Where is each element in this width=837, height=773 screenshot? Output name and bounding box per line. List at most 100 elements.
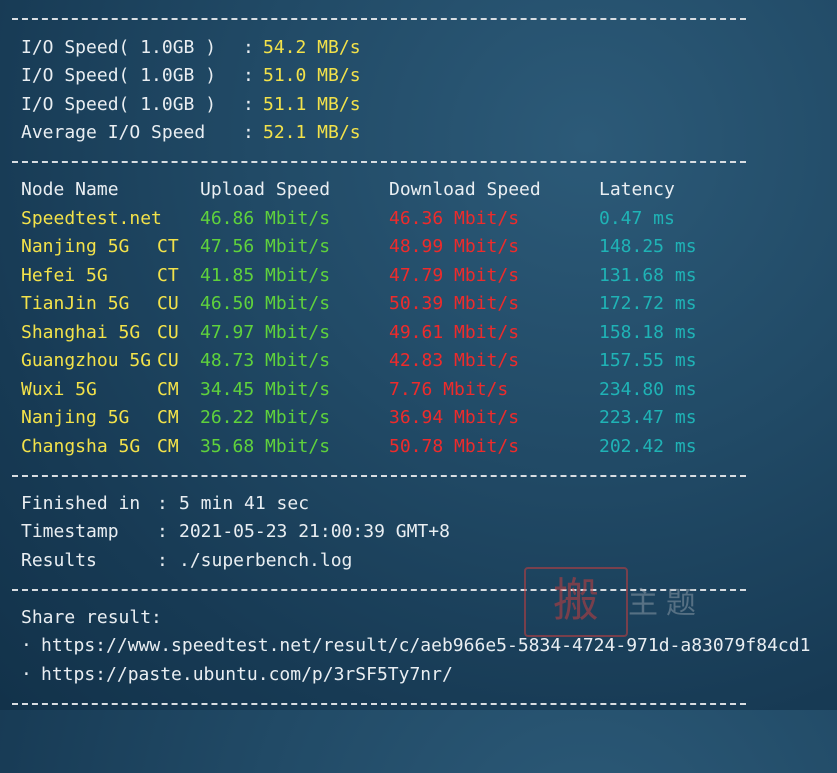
io-row-average: Average I/O Speed : 52.1 MB/s bbox=[21, 119, 361, 147]
io-value: 52.1 MB/s bbox=[263, 122, 361, 143]
share-link-speedtest[interactable]: https://www.speedtest.net/result/c/aeb96… bbox=[41, 632, 810, 660]
header-upload-speed: Upload Speed bbox=[200, 179, 331, 200]
upload-speed: 35.68 Mbit/s bbox=[200, 436, 331, 457]
summary-value: 5 min 41 sec bbox=[179, 493, 310, 514]
summary-row-results: Results : ./superbench.log bbox=[21, 547, 352, 575]
download-speed: 47.79 Mbit/s bbox=[389, 265, 520, 286]
speed-row: Shanghai 5G CU 47.97 Mbit/s 49.61 Mbit/s… bbox=[21, 319, 697, 347]
download-speed: 48.99 Mbit/s bbox=[389, 236, 520, 257]
share-title: Share result: bbox=[21, 604, 162, 632]
node-isp: CM bbox=[157, 436, 179, 457]
node-isp: CT bbox=[157, 236, 179, 257]
io-label: Average I/O Speed bbox=[21, 122, 206, 143]
bullet: · bbox=[21, 664, 32, 685]
summary-row-finished: Finished in : 5 min 41 sec bbox=[21, 490, 309, 518]
node-name: Guangzhou 5G bbox=[21, 350, 152, 371]
speed-row: TianJin 5G CU 46.50 Mbit/s 50.39 Mbit/s … bbox=[21, 290, 697, 318]
summary-label: Timestamp bbox=[21, 521, 119, 542]
node-isp: CM bbox=[157, 407, 179, 428]
io-sep: : bbox=[243, 37, 254, 58]
speed-row: Nanjing 5G CT 47.56 Mbit/s 48.99 Mbit/s … bbox=[21, 233, 697, 261]
upload-speed: 34.45 Mbit/s bbox=[200, 379, 331, 400]
download-speed: 49.61 Mbit/s bbox=[389, 322, 520, 343]
io-sep: : bbox=[243, 65, 254, 86]
latency: 172.72 ms bbox=[599, 293, 697, 314]
latency: 157.55 ms bbox=[599, 350, 697, 371]
bullet: · bbox=[21, 635, 32, 656]
node-isp: CU bbox=[157, 322, 179, 343]
download-speed: 42.83 Mbit/s bbox=[389, 350, 520, 371]
watermark-seal: 搬 bbox=[524, 567, 628, 637]
terminal-window: I/O Speed( 1.0GB ) : 54.2 MB/s I/O Speed… bbox=[0, 0, 837, 710]
node-name: Speedtest.net bbox=[21, 208, 162, 229]
node-isp: CM bbox=[157, 379, 179, 400]
summary-label: Results bbox=[21, 550, 97, 571]
node-name: Wuxi 5G bbox=[21, 379, 97, 400]
speed-table-header: Node Name Upload Speed Download Speed La… bbox=[21, 176, 675, 204]
io-row: I/O Speed( 1.0GB ) : 51.0 MB/s bbox=[21, 62, 361, 90]
summary-label: Finished in bbox=[21, 493, 141, 514]
header-node-name: Node Name bbox=[21, 179, 119, 200]
io-row: I/O Speed( 1.0GB ) : 51.1 MB/s bbox=[21, 91, 361, 119]
download-speed: 50.39 Mbit/s bbox=[389, 293, 520, 314]
download-speed: 36.94 Mbit/s bbox=[389, 407, 520, 428]
latency: 148.25 ms bbox=[599, 236, 697, 257]
latency: 158.18 ms bbox=[599, 322, 697, 343]
io-label: I/O Speed( 1.0GB ) bbox=[21, 65, 217, 86]
summary-row-timestamp: Timestamp : 2021-05-23 21:00:39 GMT+8 bbox=[21, 518, 450, 546]
upload-speed: 47.97 Mbit/s bbox=[200, 322, 331, 343]
speed-row: Guangzhou 5G CU 48.73 Mbit/s 42.83 Mbit/… bbox=[21, 347, 697, 375]
watermark-text: 主题 bbox=[628, 586, 704, 621]
speed-row: Speedtest.net 46.86 Mbit/s 46.36 Mbit/s … bbox=[21, 205, 675, 233]
summary-value: 2021-05-23 21:00:39 GMT+8 bbox=[179, 521, 450, 542]
share-link-row[interactable]: · https://www.speedtest.net/result/c/aeb… bbox=[21, 632, 810, 660]
upload-speed: 46.50 Mbit/s bbox=[200, 293, 331, 314]
download-speed: 50.78 Mbit/s bbox=[389, 436, 520, 457]
download-speed: 46.36 Mbit/s bbox=[389, 208, 520, 229]
speed-row: Nanjing 5G CM 26.22 Mbit/s 36.94 Mbit/s … bbox=[21, 404, 697, 432]
node-isp: CU bbox=[157, 293, 179, 314]
io-row: I/O Speed( 1.0GB ) : 54.2 MB/s bbox=[21, 34, 361, 62]
io-value: 51.0 MB/s bbox=[263, 65, 361, 86]
io-value: 54.2 MB/s bbox=[263, 37, 361, 58]
separator-line bbox=[12, 703, 746, 705]
node-name: Hefei 5G bbox=[21, 265, 108, 286]
latency: 234.80 ms bbox=[599, 379, 697, 400]
share-link-paste[interactable]: https://paste.ubuntu.com/p/3rSF5Ty7nr/ bbox=[41, 661, 453, 689]
latency: 0.47 ms bbox=[599, 208, 675, 229]
header-download-speed: Download Speed bbox=[389, 179, 541, 200]
summary-sep: : bbox=[157, 550, 168, 571]
speed-row: Hefei 5G CT 41.85 Mbit/s 47.79 Mbit/s 13… bbox=[21, 262, 697, 290]
node-name: Nanjing 5G bbox=[21, 236, 130, 257]
latency: 131.68 ms bbox=[599, 265, 697, 286]
upload-speed: 46.86 Mbit/s bbox=[200, 208, 331, 229]
node-name: Nanjing 5G bbox=[21, 407, 130, 428]
node-isp: CU bbox=[157, 350, 179, 371]
latency: 202.42 ms bbox=[599, 436, 697, 457]
summary-value: ./superbench.log bbox=[179, 550, 353, 571]
node-name: TianJin 5G bbox=[21, 293, 130, 314]
io-value: 51.1 MB/s bbox=[263, 94, 361, 115]
upload-speed: 41.85 Mbit/s bbox=[200, 265, 331, 286]
separator-line bbox=[12, 161, 746, 163]
speed-row: Changsha 5G CM 35.68 Mbit/s 50.78 Mbit/s… bbox=[21, 433, 697, 461]
io-label: I/O Speed( 1.0GB ) bbox=[21, 37, 217, 58]
io-sep: : bbox=[243, 94, 254, 115]
summary-sep: : bbox=[157, 493, 168, 514]
share-link-row[interactable]: · https://paste.ubuntu.com/p/3rSF5Ty7nr/ bbox=[21, 661, 453, 689]
io-label: I/O Speed( 1.0GB ) bbox=[21, 94, 217, 115]
node-isp: CT bbox=[157, 265, 179, 286]
upload-speed: 48.73 Mbit/s bbox=[200, 350, 331, 371]
io-sep: : bbox=[243, 122, 254, 143]
speed-row: Wuxi 5G CM 34.45 Mbit/s 7.76 Mbit/s 234.… bbox=[21, 376, 697, 404]
download-speed: 7.76 Mbit/s bbox=[389, 379, 509, 400]
share-title-text: Share result: bbox=[21, 607, 162, 628]
upload-speed: 26.22 Mbit/s bbox=[200, 407, 331, 428]
summary-sep: : bbox=[157, 521, 168, 542]
latency: 223.47 ms bbox=[599, 407, 697, 428]
node-name: Changsha 5G bbox=[21, 436, 141, 457]
header-latency: Latency bbox=[599, 179, 675, 200]
separator-line bbox=[12, 475, 746, 477]
separator-line bbox=[12, 18, 746, 20]
upload-speed: 47.56 Mbit/s bbox=[200, 236, 331, 257]
